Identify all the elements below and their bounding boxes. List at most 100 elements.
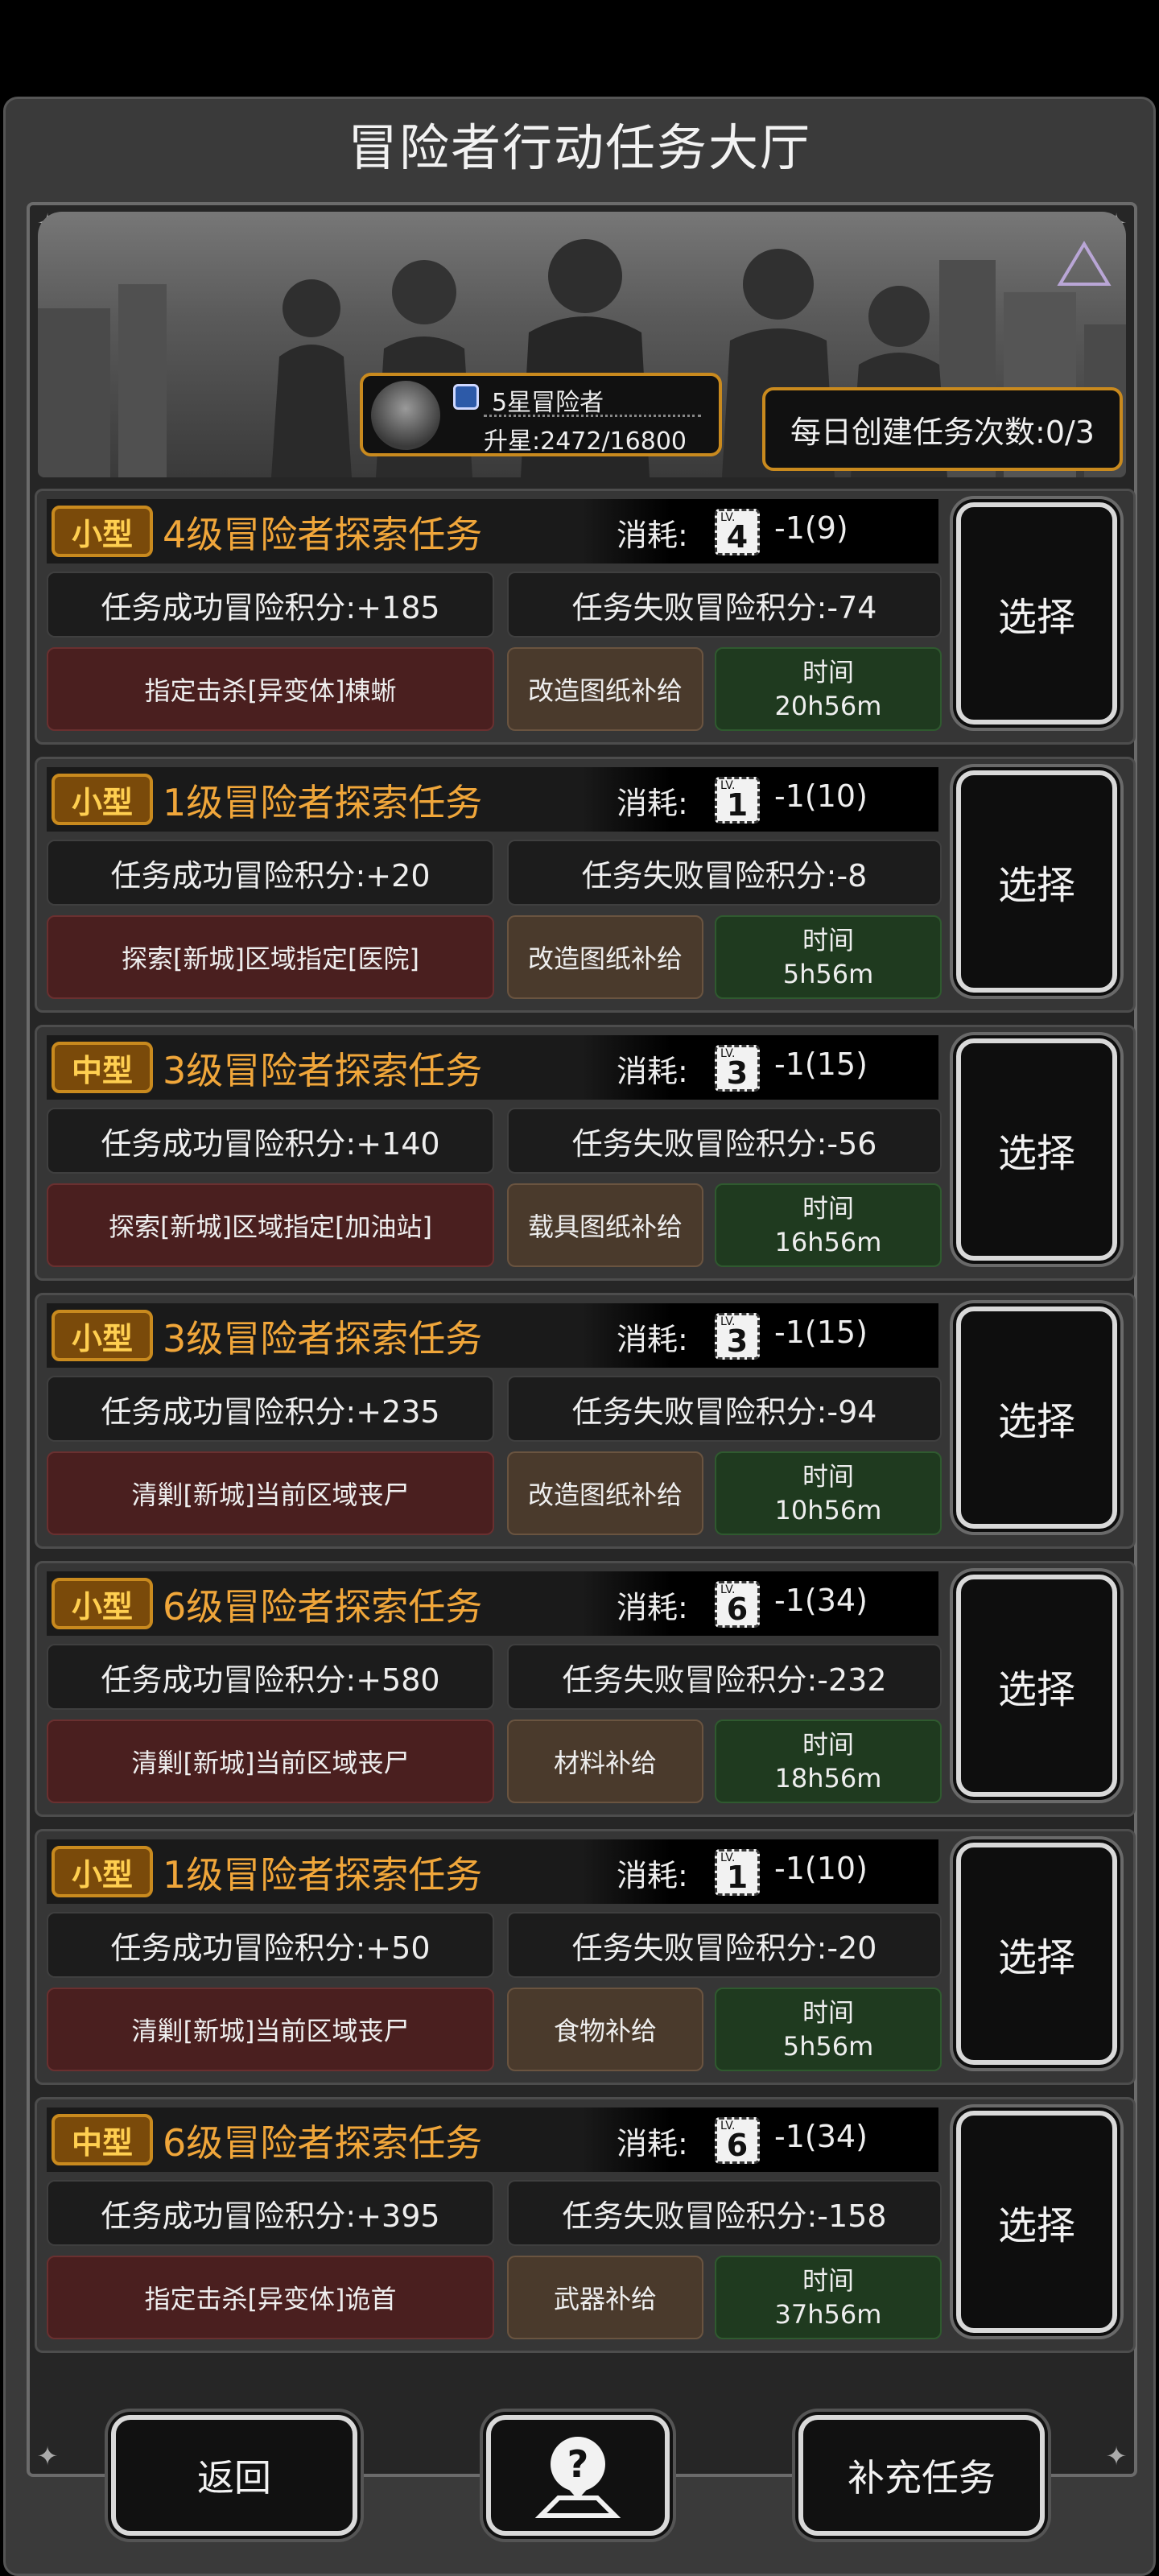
task-card: 小型 1级冒险者探索任务 消耗: LV. 1 -1(10) 任务成功冒险积分:+… bbox=[35, 757, 1136, 1013]
success-points: 任务成功冒险积分:+395 bbox=[47, 2180, 494, 2246]
task-time: 时间 10h56m bbox=[715, 1451, 942, 1535]
cost-label: 消耗: bbox=[617, 518, 688, 553]
level-card-number: 3 bbox=[726, 1055, 749, 1091]
task-size-badge: 小型 bbox=[52, 1578, 153, 1629]
select-task-button[interactable]: 选择 bbox=[956, 1575, 1117, 1797]
select-task-button[interactable]: 选择 bbox=[956, 770, 1117, 993]
time-value: 16h56m bbox=[774, 1227, 882, 1257]
level-card-icon: LV. 6 bbox=[715, 2117, 760, 2164]
task-name: 4级冒险者探索任务 bbox=[163, 513, 483, 556]
rank-title: 5星冒险者 bbox=[492, 389, 604, 417]
task-reward: 武器补给 bbox=[507, 2256, 703, 2339]
cost-value: -1(15) bbox=[774, 1315, 868, 1350]
cost-label: 消耗: bbox=[617, 1054, 688, 1089]
success-points: 任务成功冒险积分:+580 bbox=[47, 1644, 494, 1710]
task-card: 中型 6级冒险者探索任务 消耗: LV. 6 -1(34) 任务成功冒险积分:+… bbox=[35, 2097, 1136, 2353]
cost-label: 消耗: bbox=[617, 1858, 688, 1893]
time-label: 时间 bbox=[802, 925, 854, 956]
back-button[interactable]: 返回 bbox=[111, 2415, 357, 2536]
level-card-number: 1 bbox=[726, 787, 749, 823]
failure-points: 任务失败冒险积分:-74 bbox=[507, 572, 942, 638]
select-task-button[interactable]: 选择 bbox=[956, 1307, 1117, 1529]
level-card-number: 4 bbox=[726, 519, 749, 555]
task-name: 3级冒险者探索任务 bbox=[163, 1317, 483, 1360]
level-card-number: 3 bbox=[726, 1323, 749, 1359]
failure-points: 任务失败冒险积分:-158 bbox=[507, 2180, 942, 2246]
time-value: 20h56m bbox=[774, 691, 882, 721]
task-objective: 清剿[新城]当前区域丧尸 bbox=[47, 1988, 494, 2071]
task-time: 时间 16h56m bbox=[715, 1183, 942, 1267]
time-value: 10h56m bbox=[774, 1495, 882, 1525]
daily-create-count: 每日创建任务次数:0/3 bbox=[762, 387, 1123, 471]
task-size-badge: 小型 bbox=[52, 1846, 153, 1897]
cost-value: -1(15) bbox=[774, 1046, 868, 1082]
task-size-badge: 小型 bbox=[52, 774, 153, 825]
task-card: 小型 6级冒险者探索任务 消耗: LV. 6 -1(34) 任务成功冒险积分:+… bbox=[35, 1561, 1136, 1817]
select-task-button[interactable]: 选择 bbox=[956, 1038, 1117, 1261]
task-card: 小型 3级冒险者探索任务 消耗: LV. 3 -1(15) 任务成功冒险积分:+… bbox=[35, 1293, 1136, 1549]
task-card: 小型 4级冒险者探索任务 消耗: LV. 4 -1(9) 任务成功冒险积分:+1… bbox=[35, 489, 1136, 745]
adventurer-banner: 5星冒险者 升星:2472/16800 每日创建任务次数:0/3 bbox=[38, 212, 1126, 477]
time-label: 时间 bbox=[802, 1997, 854, 2028]
task-card: 中型 3级冒险者探索任务 消耗: LV. 3 -1(15) 任务成功冒险积分:+… bbox=[35, 1025, 1136, 1281]
task-size-badge: 中型 bbox=[52, 1042, 153, 1093]
level-card-icon: LV. 4 bbox=[715, 509, 760, 555]
task-objective: 清剿[新城]当前区域丧尸 bbox=[47, 1451, 494, 1535]
task-name: 1级冒险者探索任务 bbox=[163, 1853, 483, 1897]
task-reward: 载具图纸补给 bbox=[507, 1183, 703, 1267]
failure-points: 任务失败冒险积分:-56 bbox=[507, 1108, 942, 1174]
task-objective: 指定击杀[异变体]棟蜥 bbox=[47, 647, 494, 731]
select-task-button[interactable]: 选择 bbox=[956, 502, 1117, 724]
level-card-icon: LV. 3 bbox=[715, 1045, 760, 1092]
task-objective: 清剿[新城]当前区域丧尸 bbox=[47, 1719, 494, 1803]
success-points: 任务成功冒险积分:+235 bbox=[47, 1376, 494, 1442]
help-button[interactable]: ? bbox=[486, 2415, 670, 2536]
task-header: 小型 6级冒险者探索任务 消耗: LV. 6 -1(34) bbox=[47, 1571, 938, 1636]
level-card-number: 6 bbox=[726, 1591, 749, 1627]
cost-value: -1(10) bbox=[774, 1851, 868, 1886]
level-card-number: 1 bbox=[726, 1860, 749, 1895]
task-header: 小型 3级冒险者探索任务 消耗: LV. 3 -1(15) bbox=[47, 1303, 938, 1368]
time-label: 时间 bbox=[802, 1461, 854, 1492]
select-task-button[interactable]: 选择 bbox=[956, 2111, 1117, 2333]
level-card-icon: LV. 1 bbox=[715, 777, 760, 824]
cost-value: -1(34) bbox=[774, 2119, 868, 2154]
cost-value: -1(34) bbox=[774, 1583, 868, 1618]
task-reward: 材料补给 bbox=[507, 1719, 703, 1803]
level-card-icon: LV. 3 bbox=[715, 1313, 760, 1360]
level-card-number: 6 bbox=[726, 2128, 749, 2163]
failure-points: 任务失败冒险积分:-20 bbox=[507, 1912, 942, 1978]
failure-points: 任务失败冒险积分:-94 bbox=[507, 1376, 942, 1442]
adventurer-rank-panel[interactable]: 5星冒险者 升星:2472/16800 bbox=[360, 373, 722, 456]
task-size-badge: 中型 bbox=[52, 2114, 153, 2165]
level-card-icon: LV. 6 bbox=[715, 1581, 760, 1628]
page-title: 冒险者行动任务大厅 bbox=[347, 118, 811, 177]
task-header: 小型 4级冒险者探索任务 消耗: LV. 4 -1(9) bbox=[47, 499, 938, 564]
task-header: 小型 1级冒险者探索任务 消耗: LV. 1 -1(10) bbox=[47, 1839, 938, 1904]
task-list-area: ✦ ✦ ✦ ✦ bbox=[27, 202, 1137, 2477]
time-value: 5h56m bbox=[782, 2031, 874, 2062]
task-time: 时间 37h56m bbox=[715, 2256, 942, 2339]
task-name: 6级冒险者探索任务 bbox=[163, 1585, 483, 1629]
task-objective: 探索[新城]区域指定[加油站] bbox=[47, 1183, 494, 1267]
task-reward: 改造图纸补给 bbox=[507, 1451, 703, 1535]
task-name: 6级冒险者探索任务 bbox=[163, 2121, 483, 2165]
task-header: 小型 1级冒险者探索任务 消耗: LV. 1 -1(10) bbox=[47, 767, 938, 832]
corner-ornament-icon: ✦ bbox=[36, 2441, 59, 2471]
level-card-icon: LV. 1 bbox=[715, 1849, 760, 1896]
success-points: 任务成功冒险积分:+140 bbox=[47, 1108, 494, 1174]
time-label: 时间 bbox=[802, 1193, 854, 1224]
task-hall-panel: 冒险者行动任务大厅 ✦ ✦ ✦ ✦ bbox=[3, 97, 1156, 2576]
help-map-icon: ? bbox=[534, 2437, 621, 2518]
success-points: 任务成功冒险积分:+50 bbox=[47, 1912, 494, 1978]
refill-tasks-button[interactable]: 补充任务 bbox=[798, 2415, 1045, 2536]
task-reward: 食物补给 bbox=[507, 1988, 703, 2071]
time-value: 18h56m bbox=[774, 1763, 882, 1794]
time-label: 时间 bbox=[802, 657, 854, 687]
failure-points: 任务失败冒险积分:-232 bbox=[507, 1644, 942, 1710]
select-task-button[interactable]: 选择 bbox=[956, 1843, 1117, 2065]
task-reward: 改造图纸补给 bbox=[507, 647, 703, 731]
task-time: 时间 18h56m bbox=[715, 1719, 942, 1803]
cost-label: 消耗: bbox=[617, 2126, 688, 2161]
task-reward: 改造图纸补给 bbox=[507, 915, 703, 999]
